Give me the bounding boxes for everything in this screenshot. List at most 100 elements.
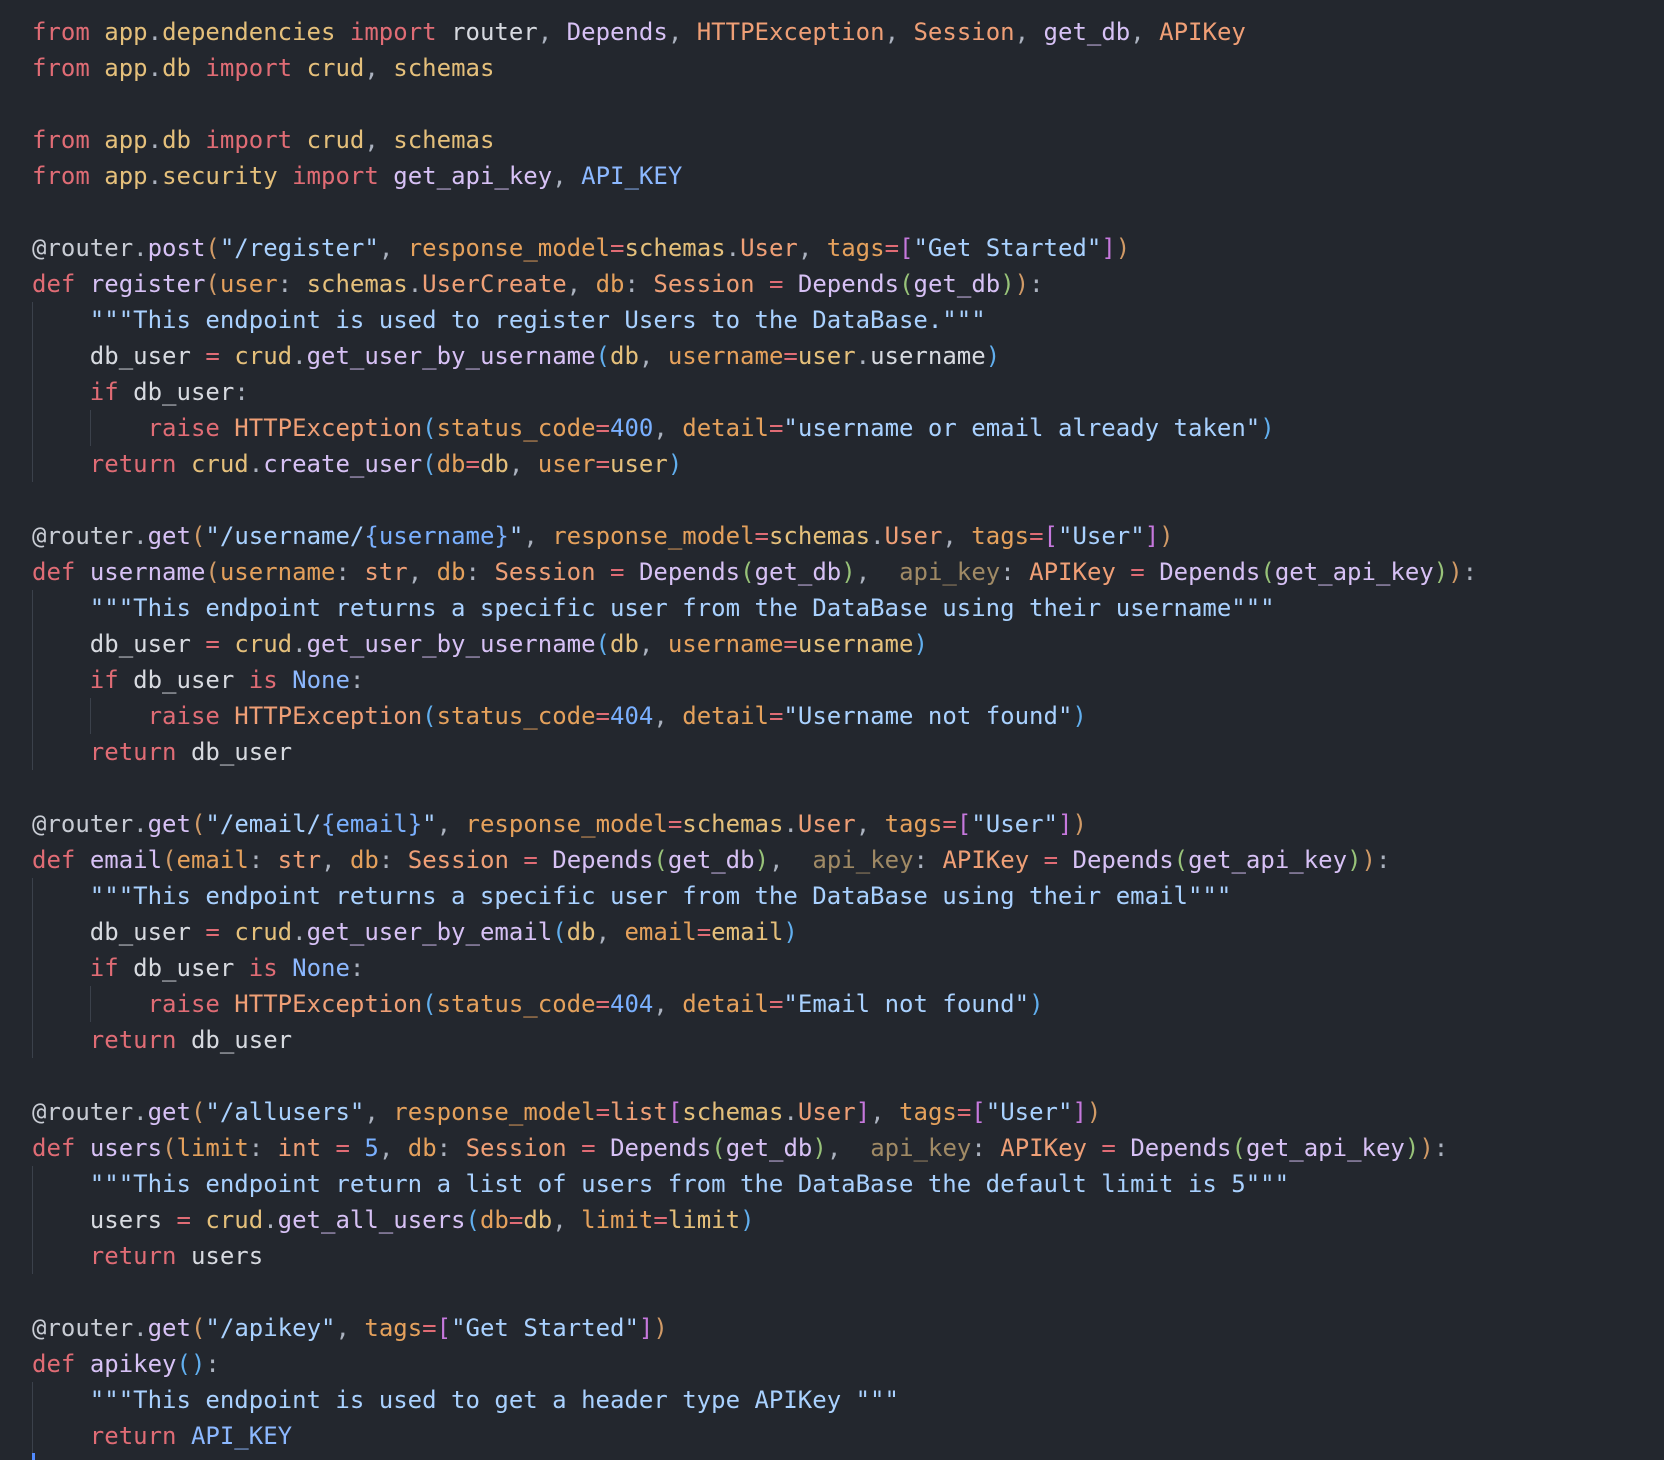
code-token: apikey [89, 1350, 177, 1378]
code-token: get_db [725, 1134, 813, 1162]
code-line[interactable]: from app.db import crud, schemas [32, 122, 1642, 158]
code-line[interactable]: users = crud.get_all_users(db=db, limit=… [32, 1202, 1642, 1238]
code-token: = [595, 702, 610, 730]
code-line[interactable]: return db_user [32, 734, 1642, 770]
code-token: , [523, 522, 553, 550]
code-token: ] [638, 1314, 654, 1342]
code-line[interactable]: """This endpoint returns a specific user… [32, 878, 1642, 914]
code-token: "Get Started" [451, 1314, 639, 1342]
code-line[interactable]: def users(limit: int = 5, db: Session = … [32, 1130, 1642, 1166]
code-line[interactable] [32, 1058, 1642, 1094]
code-line[interactable]: """This endpoint is used to register Use… [32, 302, 1642, 338]
code-line[interactable]: raise HTTPException(status_code=404, det… [32, 986, 1642, 1022]
code-line[interactable]: db_user = crud.get_user_by_email(db, ema… [32, 914, 1642, 950]
code-token: ) [1347, 846, 1362, 874]
code-line[interactable]: db_user = crud.get_user_by_username(db, … [32, 626, 1642, 662]
code-token: ( [1260, 558, 1275, 586]
code-line[interactable]: def register(user: schemas.UserCreate, d… [32, 266, 1642, 302]
code-line[interactable]: if db_user is None: [32, 950, 1642, 986]
code-line[interactable]: def email(email: str, db: Session = Depe… [32, 842, 1642, 878]
code-token: username [89, 558, 206, 586]
code-line[interactable]: from app.db import crud, schemas [32, 50, 1642, 86]
code-token: = [595, 450, 611, 478]
code-token: db [162, 54, 191, 82]
code-token: email [89, 846, 163, 874]
code-token: from [32, 126, 90, 154]
code-token: detail [682, 990, 769, 1018]
indent-guide [32, 878, 33, 1058]
code-token: , [595, 918, 625, 946]
code-token: db_user [133, 954, 235, 982]
code-line[interactable]: if db_user is None: [32, 662, 1642, 698]
code-line[interactable]: raise HTTPException(status_code=400, det… [32, 410, 1642, 446]
code-token: ) [1014, 270, 1030, 298]
code-line[interactable]: """This endpoint is used to get a header… [32, 1382, 1642, 1418]
code-line[interactable]: @router.get("/allusers", response_model=… [32, 1094, 1642, 1130]
code-token: , [667, 18, 697, 46]
code-token: , [537, 18, 567, 46]
code-token: , [552, 1206, 582, 1234]
code-line[interactable] [32, 86, 1642, 122]
code-token: router [451, 18, 538, 46]
code-token: api_key [870, 1134, 972, 1162]
code-token: : [248, 846, 278, 874]
code-token: db_user [89, 630, 191, 658]
code-token: db [479, 1206, 509, 1234]
code-line[interactable]: from app.security import get_api_key, AP… [32, 158, 1642, 194]
code-line[interactable]: if db_user: [32, 374, 1642, 410]
code-token: . [292, 918, 307, 946]
code-line[interactable]: @router.get("/username/{username}", resp… [32, 518, 1642, 554]
code-token: . [725, 234, 741, 262]
code-line[interactable]: """This endpoint returns a specific user… [32, 590, 1642, 626]
code-token: user [537, 450, 596, 478]
code-line[interactable]: raise HTTPException(status_code=404, det… [32, 698, 1642, 734]
code-line[interactable]: db_user = crud.get_user_by_username(db, … [32, 338, 1642, 374]
code-token: ( [422, 702, 437, 730]
code-line[interactable] [32, 194, 1642, 230]
code-token: = [769, 270, 784, 298]
code-token: , [1130, 18, 1160, 46]
code-token: [ [1043, 522, 1058, 550]
code-line[interactable]: return crud.create_user(db=db, user=user… [32, 446, 1642, 482]
code-line[interactable]: from app.dependencies import router, Dep… [32, 14, 1642, 50]
code-token: app [104, 162, 148, 190]
code-line[interactable]: def apikey(): [32, 1346, 1642, 1382]
code-line[interactable]: """This endpoint return a list of users … [32, 1166, 1642, 1202]
code-token: ) [740, 1206, 755, 1234]
text-cursor [32, 1453, 35, 1460]
code-token: username [797, 630, 914, 658]
code-token: = [205, 918, 220, 946]
code-token: . [147, 54, 163, 82]
code-token: ( [422, 990, 437, 1018]
code-line[interactable]: @router.post("/register", response_model… [32, 230, 1642, 266]
code-token: db [349, 846, 379, 874]
code-line[interactable]: def username(username: str, db: Session … [32, 554, 1642, 590]
code-token: tags [884, 810, 943, 838]
code-line[interactable]: return db_user [32, 1022, 1642, 1058]
code-token: . [292, 630, 307, 658]
code-line[interactable]: @router.get("/email/{email}", response_m… [32, 806, 1642, 842]
code-token: get_db [754, 558, 842, 586]
code-line[interactable]: return users [32, 1238, 1642, 1274]
code-line[interactable] [32, 1274, 1642, 1310]
code-token: @router [32, 810, 134, 838]
code-line[interactable]: @router.get("/apikey", tags=["Get Starte… [32, 1310, 1642, 1346]
code-editor[interactable]: from app.dependencies import router, Dep… [32, 14, 1642, 1454]
code-line[interactable]: return API_KEY [32, 1418, 1642, 1454]
code-token: "Username not found" [783, 702, 1073, 730]
code-token: ( [552, 918, 567, 946]
code-line[interactable] [32, 482, 1642, 518]
code-token: return [89, 450, 177, 478]
code-line[interactable] [32, 770, 1642, 806]
code-token: [ [899, 234, 914, 262]
